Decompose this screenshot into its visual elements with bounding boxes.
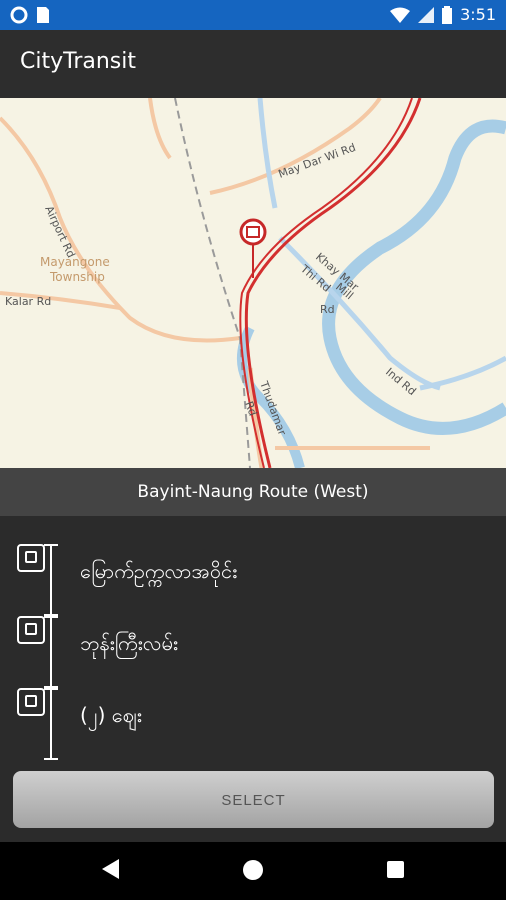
- timeline-line: [50, 616, 52, 688]
- bus-icon: [17, 544, 45, 572]
- status-time: 3:51: [460, 5, 496, 24]
- river: [322, 119, 506, 435]
- app-title: CityTransit: [20, 49, 136, 74]
- stop-name: (၂) ဈေး: [80, 703, 142, 727]
- road-nat: [148, 98, 172, 160]
- stop-list[interactable]: မြောက်ဥက္ကလာအဝိုင်း ဘုန်းကြီးလမ်း (၂) ဈေ…: [0, 516, 506, 770]
- navigation-bar: [0, 842, 506, 900]
- map-label-mayangone: Mayangone: [40, 255, 110, 269]
- map-label-kalar-rd: Kalar Rd: [5, 295, 51, 308]
- home-icon[interactable]: [243, 860, 263, 880]
- map-canvas[interactable]: Mayangone Township Airport Rd Kalar Rd M…: [0, 98, 506, 468]
- map-label-rd: Rd: [320, 303, 335, 316]
- map-label-ind-rd: Ind Rd: [383, 365, 418, 398]
- notification-circle-icon: [10, 6, 28, 24]
- wifi-icon: [390, 7, 411, 23]
- route-header: Bayint-Naung Route (West): [0, 468, 506, 516]
- signal-icon: [418, 6, 435, 23]
- list-item[interactable]: မြောက်ဥက္ကလာအဝိုင်း: [0, 544, 506, 616]
- map-label-maydarwi-rd: May Dar Wi Rd: [277, 141, 358, 181]
- notification-file-icon: [37, 7, 49, 23]
- map-view[interactable]: Mayangone Township Airport Rd Kalar Rd M…: [0, 98, 506, 468]
- status-bar: 3:51: [0, 0, 506, 30]
- road-ind: [419, 355, 506, 391]
- back-icon[interactable]: [102, 859, 119, 879]
- stop-name: မြောက်ဥက္ကလာအဝိုင်း: [80, 559, 238, 583]
- app-bar: CityTransit: [0, 30, 506, 98]
- status-left-icons: [10, 6, 50, 24]
- battery-icon: [442, 5, 453, 24]
- railway: [174, 98, 251, 468]
- list-item[interactable]: ဘုန်းကြီးလမ်း: [0, 616, 506, 688]
- timeline-line: [50, 688, 52, 760]
- timeline-tick: [44, 758, 58, 760]
- stop-name: ဘုန်းကြီးလမ်း: [80, 631, 178, 655]
- status-right: 3:51: [390, 5, 496, 24]
- list-item[interactable]: (၂) ဈေး: [0, 688, 506, 760]
- recent-apps-icon[interactable]: [387, 861, 404, 878]
- bus-icon: [17, 688, 45, 716]
- timeline-line: [50, 544, 52, 616]
- select-button[interactable]: SELECT: [13, 771, 494, 828]
- road-north: [257, 98, 278, 209]
- map-label-township: Township: [49, 270, 105, 284]
- bus-icon: [17, 616, 45, 644]
